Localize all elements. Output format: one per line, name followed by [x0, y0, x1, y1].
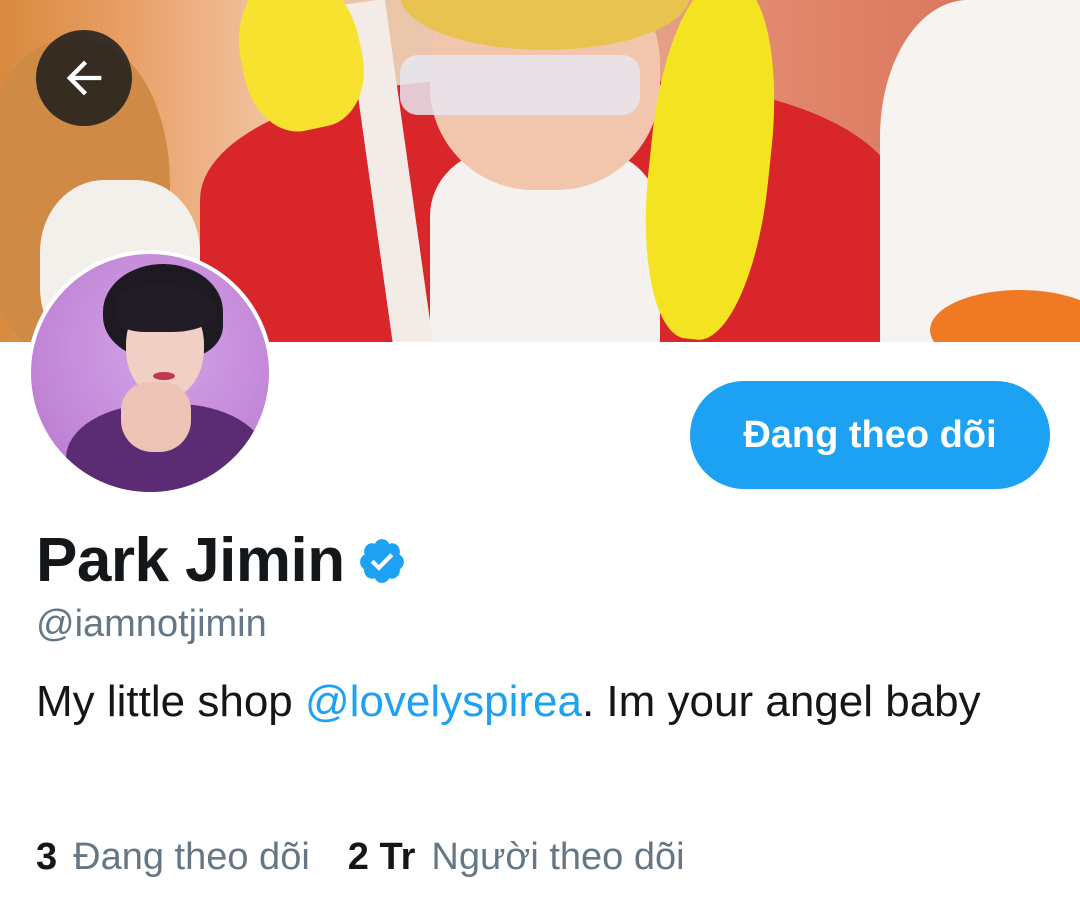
back-button[interactable] [36, 30, 132, 126]
bio-text: . Im your angel baby [581, 677, 981, 726]
following-button[interactable]: Đang theo dõi [690, 381, 1050, 489]
name-row: Park Jimin [36, 525, 407, 596]
profile-avatar[interactable] [27, 250, 273, 496]
avatar-image [31, 254, 269, 492]
followers-stat[interactable]: 2 Tr Người theo dõi [348, 836, 685, 879]
avatar-shape [121, 382, 191, 452]
following-count: 3 [36, 836, 58, 878]
banner-shape [400, 55, 640, 115]
avatar-shape [117, 286, 217, 332]
bio-text: My little shop [36, 677, 305, 726]
avatar-shape [153, 372, 175, 380]
following-stat[interactable]: 3 Đang theo dõi [36, 836, 310, 879]
following-label: Đang theo dõi [73, 836, 310, 878]
followers-label: Người theo dõi [431, 836, 685, 878]
profile-bio: My little shop @lovelyspirea. Im your an… [36, 673, 1036, 730]
banner-shape [880, 0, 1080, 342]
display-name: Park Jimin [36, 526, 345, 595]
profile-handle: @iamnotjimin [36, 603, 267, 645]
followers-count: 2 Tr [347, 836, 416, 878]
bio-mention-link[interactable]: @lovelyspirea [305, 677, 582, 726]
arrow-left-icon [66, 60, 102, 96]
profile-stats: 3 Đang theo dõi 2 Tr Người theo dõi [36, 836, 685, 879]
verified-badge-icon [359, 538, 404, 583]
